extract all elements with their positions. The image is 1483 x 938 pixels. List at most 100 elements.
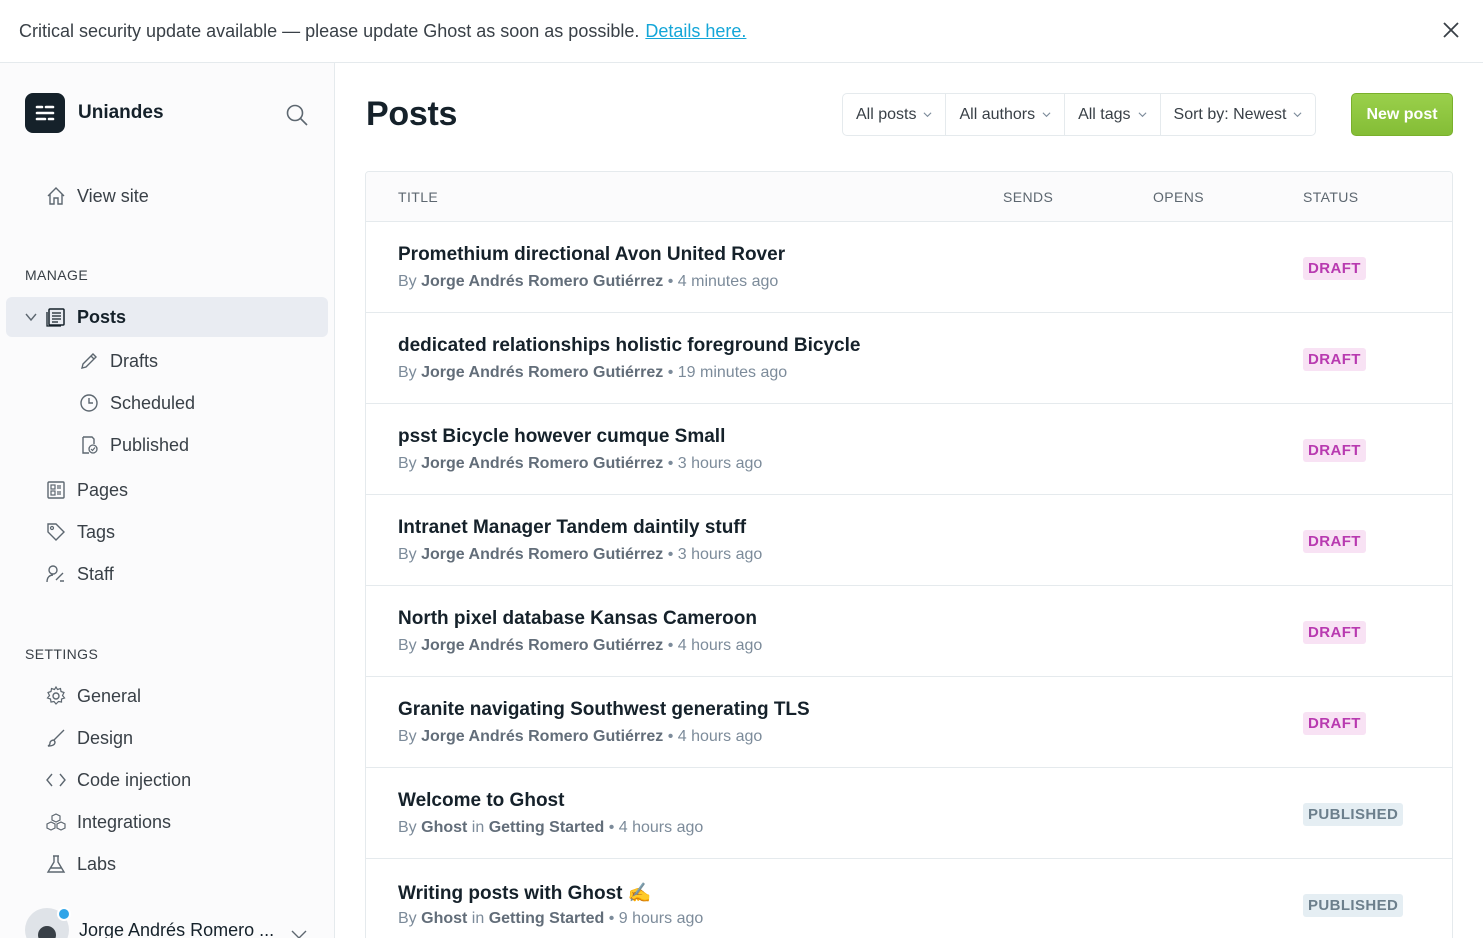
filter-authors-select[interactable]: All authors — [946, 94, 1066, 135]
post-tag: Getting Started — [488, 910, 605, 927]
table-row[interactable]: dedicated relationships holistic foregro… — [366, 313, 1452, 404]
post-time: • 3 hours ago — [667, 455, 763, 472]
sidebar-item-labs[interactable]: Labs — [6, 844, 328, 884]
brand-name: Uniandes — [78, 102, 164, 123]
post-author: Jorge Andrés Romero Gutiérrez — [421, 364, 664, 381]
brush-icon — [44, 726, 68, 750]
post-by: By — [398, 455, 417, 472]
sidebar-item-label: Posts — [77, 306, 127, 327]
sidebar-item-pages[interactable]: Pages — [6, 470, 328, 510]
post-by: By — [398, 819, 417, 836]
sidebar-item-scheduled[interactable]: Scheduled — [6, 383, 328, 423]
post-author: Ghost — [421, 819, 468, 836]
brand[interactable]: Uniandes — [25, 93, 164, 133]
chevron-down-icon[interactable] — [290, 925, 308, 938]
published-icon — [77, 433, 101, 457]
post-title: Promethium directional Avon United Rover — [398, 244, 786, 265]
chevron-down-icon — [923, 112, 932, 118]
sidebar-item-label: Labs — [77, 853, 117, 874]
table-row[interactable]: Granite navigating Southwest generating … — [366, 677, 1452, 768]
post-author: Jorge Andrés Romero Gutiérrez — [421, 273, 664, 290]
sidebar-item-label: Staff — [77, 563, 114, 584]
post-time: • 19 minutes ago — [667, 364, 788, 381]
sidebar-item-label: Tags — [77, 521, 116, 542]
post-by: By — [398, 273, 417, 290]
filter-type-select[interactable]: All posts — [843, 94, 947, 135]
table-row[interactable]: Welcome to Ghost By Ghost in Getting Star… — [366, 768, 1452, 859]
status-badge: DRAFT — [1303, 348, 1366, 371]
sort-select[interactable]: Sort by: Newest — [1161, 94, 1316, 135]
posts-list: Promethium directional Avon United Rover… — [366, 222, 1452, 938]
notification-dot — [57, 907, 71, 921]
table-row[interactable]: psst Bicycle however cumque Small By Jorg… — [366, 404, 1452, 495]
post-in: in — [471, 910, 485, 927]
code-icon — [44, 768, 68, 792]
post-tag: Getting Started — [488, 819, 605, 836]
post-meta: By Ghost in Getting Started • 9 hours ag… — [398, 910, 703, 928]
filter-tags-select[interactable]: All tags — [1065, 94, 1161, 135]
column-title: TITLE — [398, 189, 439, 205]
sidebar-item-label: Published — [110, 434, 190, 455]
clock-icon — [77, 391, 101, 415]
sidebar-item-code-injection[interactable]: Code injection — [6, 760, 328, 800]
filter-label: All posts — [856, 105, 917, 123]
sidebar-item-tags[interactable]: Tags — [6, 512, 328, 552]
sidebar-item-label: Drafts — [110, 350, 159, 371]
banner-message: Critical security update available — ple… — [19, 20, 640, 41]
table-row[interactable]: Writing posts with Ghost ✍️ By Ghost in G… — [366, 859, 1452, 938]
post-time: • 3 hours ago — [667, 546, 763, 563]
posts-table: TITLE SENDS OPENS STATUS Promethium dire… — [365, 171, 1453, 938]
table-row[interactable]: Intranet Manager Tandem daintily stuff By… — [366, 495, 1452, 586]
sidebar-item-label: Integrations — [77, 811, 172, 832]
column-status: STATUS — [1303, 189, 1359, 205]
table-row[interactable]: Promethium directional Avon United Rover… — [366, 222, 1452, 313]
sidebar-item-drafts[interactable]: Drafts — [6, 341, 328, 381]
post-title: Intranet Manager Tandem daintily stuff — [398, 517, 747, 538]
column-sends: SENDS — [1003, 189, 1054, 205]
flask-icon — [44, 852, 68, 876]
table-row[interactable]: North pixel database Kansas Cameroon By J… — [366, 586, 1452, 677]
post-meta: By Ghost in Getting Started • 4 hours ag… — [398, 819, 703, 837]
view-site-label: View site — [77, 185, 149, 206]
brand-logo-icon — [25, 93, 65, 133]
sidebar-item-integrations[interactable]: Integrations — [6, 802, 328, 842]
sidebar-item-staff[interactable]: Staff — [6, 554, 328, 594]
view-site-link[interactable]: View site — [6, 176, 328, 216]
sidebar: Uniandes View site MANAGE Posts Drafts S… — [0, 63, 335, 938]
sidebar-item-published[interactable]: Published — [6, 425, 328, 465]
sidebar-item-posts[interactable]: Posts — [6, 297, 328, 337]
sidebar-item-general[interactable]: General — [6, 676, 328, 716]
page-title: Posts — [366, 95, 458, 133]
settings-heading: SETTINGS — [25, 646, 99, 662]
sidebar-item-label: General — [77, 685, 142, 706]
post-title: Writing posts with Ghost ✍️ — [398, 883, 652, 904]
post-time: • 4 minutes ago — [667, 273, 779, 290]
main-content: Posts All posts All authors All tags Sor… — [335, 63, 1483, 938]
post-meta: By Jorge Andrés Romero Gutiérrez • 4 min… — [398, 273, 778, 291]
post-meta: By Jorge Andrés Romero Gutiérrez • 4 hou… — [398, 728, 762, 746]
integrations-icon — [44, 810, 68, 834]
post-meta: By Jorge Andrés Romero Gutiérrez • 3 hou… — [398, 455, 762, 473]
close-icon[interactable] — [1441, 20, 1461, 40]
post-title: North pixel database Kansas Cameroon — [398, 608, 757, 629]
pages-icon — [44, 478, 68, 502]
chevron-down-icon[interactable] — [24, 310, 38, 324]
post-time: • 4 hours ago — [667, 728, 763, 745]
pencil-icon — [77, 349, 101, 373]
post-by: By — [398, 728, 417, 745]
post-meta: By Jorge Andrés Romero Gutiérrez • 3 hou… — [398, 546, 762, 564]
home-icon — [44, 184, 68, 208]
sidebar-item-design[interactable]: Design — [6, 718, 328, 758]
new-post-button[interactable]: New post — [1351, 93, 1453, 136]
status-badge: DRAFT — [1303, 439, 1366, 462]
post-by: By — [398, 637, 417, 654]
status-badge: DRAFT — [1303, 712, 1366, 735]
post-title: Welcome to Ghost — [398, 790, 565, 811]
banner-details-link[interactable]: Details here. — [645, 21, 746, 42]
chevron-down-icon — [1293, 112, 1302, 118]
table-header: TITLE SENDS OPENS STATUS — [366, 172, 1452, 222]
status-badge: PUBLISHED — [1303, 894, 1404, 917]
post-title: dedicated relationships holistic foregro… — [398, 335, 861, 356]
search-icon[interactable] — [285, 103, 309, 127]
sidebar-item-label: Design — [77, 727, 134, 748]
